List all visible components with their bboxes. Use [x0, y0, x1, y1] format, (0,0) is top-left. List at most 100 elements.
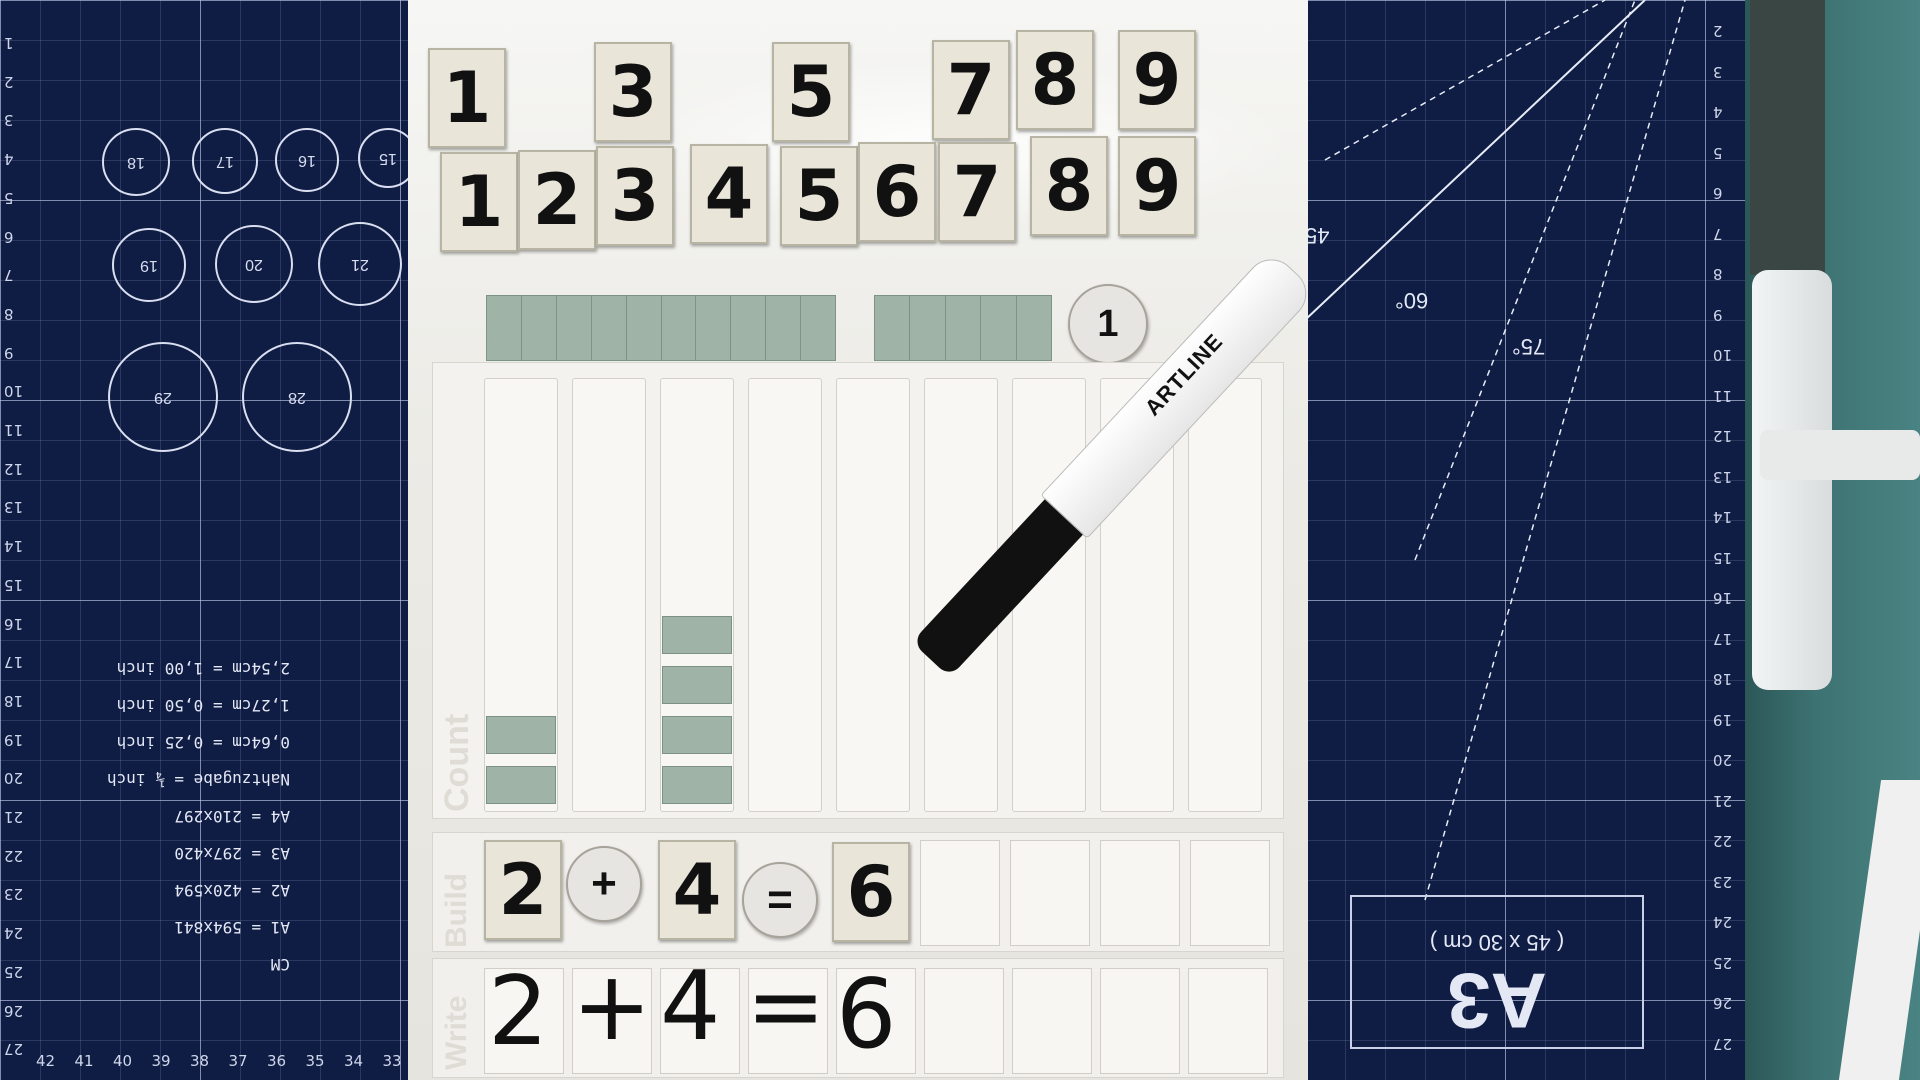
ruler-number: 1 [4, 34, 14, 52]
number-tile[interactable]: 5 [780, 146, 858, 246]
number-tile[interactable]: 7 [932, 40, 1010, 140]
count-block[interactable] [486, 766, 556, 804]
mat-info-block: CM A1 = 594x841 A2 = 420x594 A3 = 297x42… [75, 650, 290, 983]
ruler-number: 10 [4, 382, 24, 401]
number-tile[interactable]: 5 [772, 42, 850, 142]
ruler-number: 11 [4, 421, 24, 439]
number-tile[interactable]: 1 [428, 48, 506, 148]
ruler-number: 39 [151, 1052, 171, 1070]
ruler-number: 22 [4, 846, 24, 865]
handwritten-number: 6 [836, 960, 897, 1070]
mat-circle: 19 [112, 228, 186, 302]
ruler-number: 40 [113, 1052, 133, 1070]
mat-circle: 18 [102, 128, 170, 196]
ruler-number: 19 [4, 730, 24, 749]
build-tile[interactable]: 4 [658, 840, 736, 940]
ruler-number: 41 [74, 1052, 94, 1070]
number-tile[interactable]: 9 [1118, 30, 1196, 130]
number-tile[interactable]: 8 [1016, 30, 1094, 130]
number-tile[interactable]: 9 [1118, 136, 1196, 236]
ruler-number: 18 [4, 691, 24, 710]
info-line: 2,54cm = 1,00 inch [116, 659, 290, 678]
number-tile[interactable]: 3 [596, 146, 674, 246]
a3-title: A3 [1447, 957, 1547, 1045]
ruler-number: 21 [4, 808, 24, 826]
ruler-number: 23 [4, 885, 24, 904]
number-tile[interactable]: 3 [594, 42, 672, 142]
number-tile[interactable]: 1 [440, 152, 518, 252]
ruler-number: 38 [190, 1052, 210, 1070]
info-line: A1 = 594x841 [174, 918, 290, 937]
clip-arm [1760, 430, 1920, 480]
mat-circle: 29 [108, 342, 218, 452]
ruler-number: 33 [382, 1052, 402, 1070]
count-block[interactable] [486, 716, 556, 754]
handwritten-number: 4 [660, 952, 721, 1062]
ruler-number: 25 [4, 962, 24, 981]
count-column[interactable] [572, 378, 646, 812]
ruler-number: 27 [4, 1040, 24, 1059]
handwritten-number: 2 [488, 957, 549, 1067]
count-column[interactable] [836, 378, 910, 812]
a3-size: ( 45 x 30 cm ) [1429, 930, 1565, 955]
ruler-number: 3 [4, 111, 14, 130]
clip [1752, 270, 1832, 690]
info-line: 0,64cm = 0,25 inch [116, 733, 290, 752]
info-line: Nahtzugabe = ¼ inch [106, 770, 290, 789]
build-tile[interactable]: 6 [832, 842, 910, 942]
plus-disc[interactable]: + [566, 846, 642, 922]
count-block[interactable] [662, 766, 732, 804]
handwritten-operator: = [746, 952, 826, 1062]
count-column[interactable] [748, 378, 822, 812]
info-line: A4 = 210x297 [174, 807, 290, 826]
write-slot[interactable] [1188, 968, 1268, 1074]
ruler-number: 7 [4, 266, 14, 285]
ruler-number: 5 [4, 188, 14, 207]
write-slot[interactable] [1012, 968, 1092, 1074]
cutting-mat-left: 1 2 3 4 5 6 7 8 9 10 11 12 13 14 15 16 17 18 19 20 21 22 23 24 2… [0, 0, 440, 1080]
build-slot[interactable] [1190, 840, 1270, 946]
mat-circle: 17 [192, 128, 258, 194]
ruler-number: 12 [4, 459, 24, 478]
build-slot[interactable] [1010, 840, 1090, 946]
number-tile[interactable]: 2 [518, 150, 596, 250]
write-label: Write [440, 995, 473, 1070]
write-slot[interactable] [924, 968, 1004, 1074]
number-tile[interactable]: 8 [1030, 136, 1108, 236]
mat-circle: 21 [318, 222, 402, 306]
equals-disc[interactable]: = [742, 862, 818, 938]
mat-circle: 28 [242, 342, 352, 452]
zero-disc[interactable]: 1 [1068, 284, 1148, 364]
clip-bar [1750, 0, 1825, 275]
info-line: A3 = 297x420 [174, 844, 290, 863]
block-strip-five[interactable] [874, 295, 1052, 361]
ruler-number: 17 [4, 653, 24, 672]
angle-label: 60° [1395, 288, 1429, 313]
write-slot[interactable] [1100, 968, 1180, 1074]
count-label: Count [438, 713, 476, 812]
ruler-number: 6 [4, 227, 14, 246]
block-strip-ten[interactable] [486, 295, 836, 361]
build-label: Build [440, 873, 473, 948]
build-tile[interactable]: 2 [484, 840, 562, 940]
ruler-number: 9 [4, 343, 14, 362]
number-tile[interactable]: 6 [858, 142, 936, 242]
build-slot[interactable] [920, 840, 1000, 946]
ruler-number: 4 [4, 150, 14, 169]
count-block[interactable] [662, 666, 732, 704]
angle-label: 75° [1512, 334, 1546, 359]
count-block[interactable] [662, 716, 732, 754]
number-tile[interactable]: 4 [690, 144, 768, 244]
ruler-number: 37 [228, 1052, 248, 1070]
number-tile[interactable]: 7 [938, 142, 1016, 242]
info-line: A2 = 420x594 [174, 881, 290, 900]
ruler-number: 14 [4, 537, 24, 556]
mat-circle: 20 [215, 225, 293, 303]
ruler-number: 24 [4, 924, 24, 943]
build-slot[interactable] [1100, 840, 1180, 946]
ruler-number: 34 [344, 1052, 364, 1070]
ruler-number: 16 [4, 614, 24, 633]
info-line: CM [270, 955, 290, 974]
count-block[interactable] [662, 616, 732, 654]
count-column[interactable] [1188, 378, 1262, 812]
